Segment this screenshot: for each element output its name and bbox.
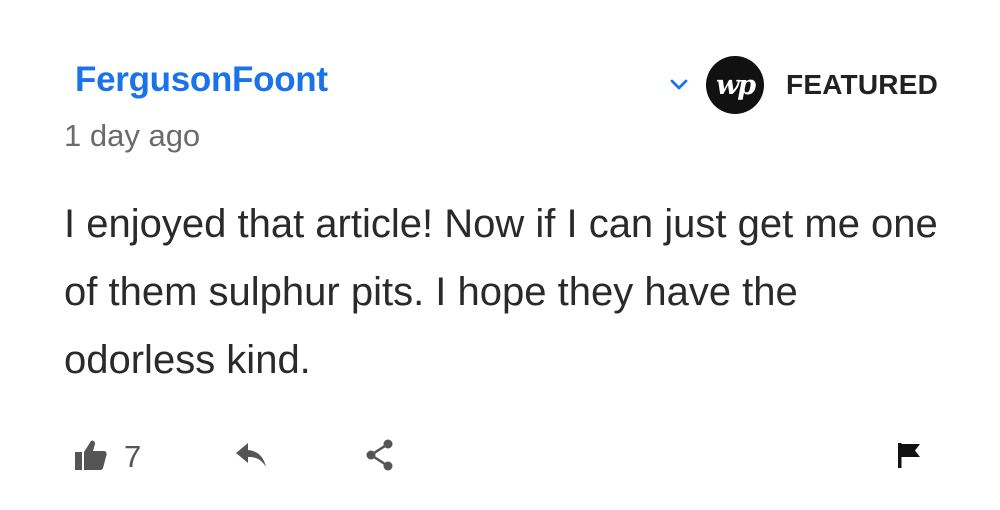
reply-arrow-icon: [234, 440, 268, 475]
comment-card: FergusonFoont 1 day ago wp FEATURED I en…: [0, 0, 1000, 510]
comment-actions: 7: [0, 432, 1000, 482]
comment-timestamp: 1 day ago: [64, 118, 201, 153]
share-button[interactable]: [364, 432, 396, 482]
chevron-down-icon[interactable]: [662, 68, 696, 102]
wp-logo-text: wp: [715, 69, 756, 101]
thumbs-up-icon: [74, 439, 108, 476]
washington-post-logo: wp: [706, 56, 765, 114]
reply-button[interactable]: [234, 432, 268, 482]
featured-badge-group: wp FEATURED: [662, 56, 938, 114]
report-button[interactable]: [895, 432, 923, 482]
comment-body: I enjoyed that article! Now if I can jus…: [64, 202, 938, 382]
featured-label: FEATURED: [786, 69, 938, 100]
share-icon: [364, 438, 396, 477]
flag-icon: [895, 440, 923, 475]
like-button[interactable]: 7: [74, 432, 141, 482]
like-count: 7: [124, 439, 142, 474]
comment-author-link[interactable]: FergusonFoont: [75, 60, 328, 100]
